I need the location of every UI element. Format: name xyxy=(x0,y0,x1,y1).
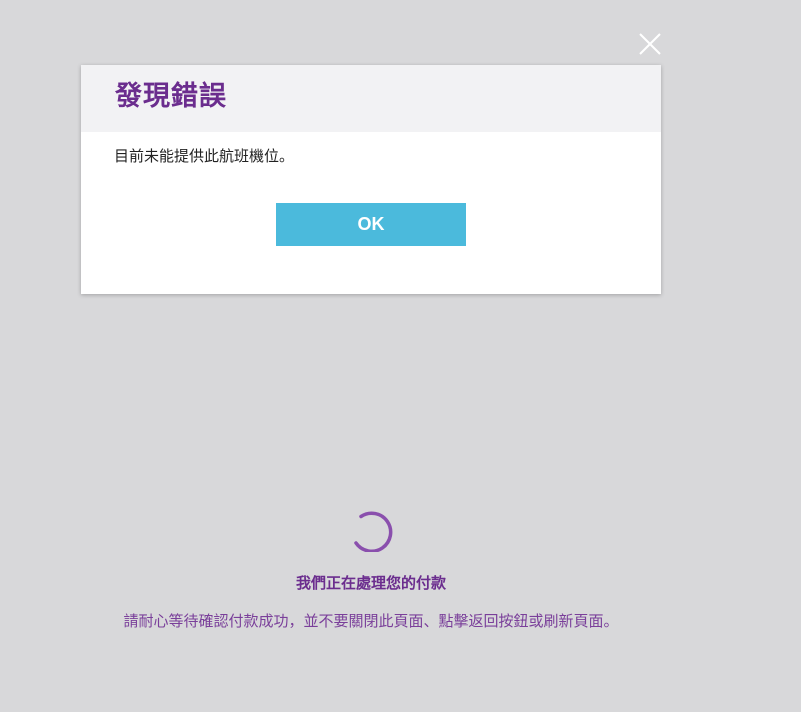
close-icon xyxy=(639,33,661,55)
dialog-header: 發現錯誤 xyxy=(81,65,661,132)
dialog-title: 發現錯誤 xyxy=(115,81,227,112)
loading-spinner-icon xyxy=(354,511,393,552)
processing-title: 我們正在處理您的付款 xyxy=(295,574,446,592)
error-dialog: 發現錯誤 目前未能提供此航班機位。 OK xyxy=(81,65,661,294)
close-button[interactable] xyxy=(637,31,663,57)
processing-note: 請耐心等待確認付款成功，並不要關閉此頁面、點擊返回按鈕或刷新頁面。 xyxy=(123,612,619,630)
ok-button[interactable]: OK xyxy=(276,203,466,246)
dialog-message: 目前未能提供此航班機位。 xyxy=(114,147,295,165)
